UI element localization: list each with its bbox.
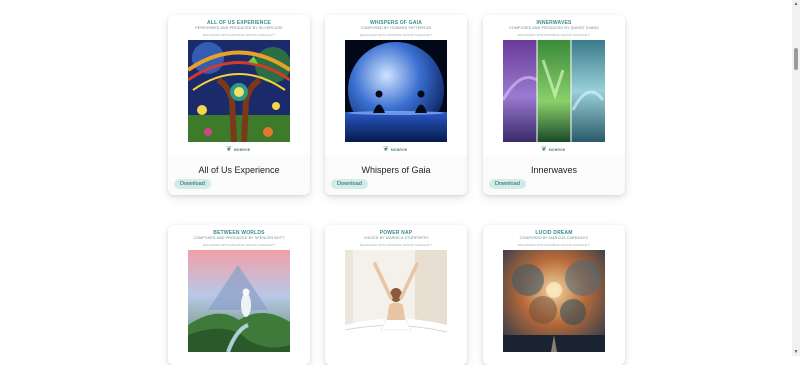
album-name: Innerwaves <box>530 165 578 175</box>
monroe-leaf-icon: ❦ <box>541 146 547 153</box>
cover-credit: COMPOSED BY MARCUS CARRASCO <box>519 236 589 240</box>
album-artwork <box>503 40 605 142</box>
album-name: Whispers of Gaia <box>361 165 431 175</box>
cover-enhanced-note: ENHANCED WITH MONROE SOUND SCIENCE™ <box>202 243 275 247</box>
album-artwork <box>345 40 447 142</box>
brand-logo: ❦ MONROE <box>383 146 407 154</box>
album-name: All of Us Experience <box>198 165 280 175</box>
cover-credit: VOICED BY MARNICA STORFORTH <box>363 236 429 240</box>
brand-name: MONROE <box>233 148 251 152</box>
cover-credit: COMPOSED AND PRODUCED BY QUINST EVANS <box>509 26 599 30</box>
cover-enhanced-note: ENHANCED WITH MONROE SOUND SCIENCE™ <box>517 243 590 247</box>
album-cover[interactable]: INNERWAVES COMPOSED AND PRODUCED BY QUIN… <box>483 15 625 155</box>
album-cover[interactable]: LUCID DREAM COMPOSED BY MARCUS CARRASCO … <box>483 225 625 365</box>
album-card[interactable]: ALL OF US EXPERIENCE PERFORMED AND PRODU… <box>168 15 310 195</box>
album-cover[interactable]: POWER NAP VOICED BY MARNICA STORFORTH EN… <box>325 225 467 365</box>
scrollbar-thumb[interactable] <box>794 48 798 70</box>
album-card[interactable]: BETWEEN WORLDS COMPOSED AND PRODUCED BY … <box>168 225 310 365</box>
album-card[interactable]: POWER NAP VOICED BY MARNICA STORFORTH EN… <box>325 225 467 365</box>
download-button[interactable]: Download <box>489 179 526 189</box>
scroll-down-arrow-icon[interactable]: ▼ <box>792 348 800 356</box>
scroll-up-arrow-icon[interactable]: ▲ <box>792 0 800 8</box>
album-cover[interactable]: WHISPERS OF GAIA COMPOSED BY HOWARD PATT… <box>325 15 467 155</box>
cover-enhanced-note: ENHANCED WITH MONROE SOUND SCIENCE™ <box>517 33 590 37</box>
brand-logo: ❦ MONROE <box>226 146 250 154</box>
cover-credit: COMPOSED AND PRODUCED BY SPENCER BOTT <box>193 236 285 240</box>
cover-credit: PERFORMED AND PRODUCED BY SILVERCUSE <box>195 26 283 30</box>
cover-enhanced-note: ENHANCED WITH MONROE SOUND SCIENCE™ <box>359 33 432 37</box>
album-artwork <box>503 250 605 352</box>
album-grid: ALL OF US EXPERIENCE PERFORMED AND PRODU… <box>0 0 800 365</box>
brand-logo: ❦ MONROE <box>541 146 565 154</box>
monroe-leaf-icon: ❦ <box>383 146 389 153</box>
album-artwork <box>188 250 290 352</box>
cover-enhanced-note: ENHANCED WITH MONROE SOUND SCIENCE™ <box>359 243 432 247</box>
album-artwork <box>345 250 447 352</box>
page-scrollbar[interactable]: ▲ ▼ <box>792 0 800 356</box>
brand-name: MONROE <box>390 148 408 152</box>
album-card[interactable]: WHISPERS OF GAIA COMPOSED BY HOWARD PATT… <box>325 15 467 195</box>
cover-credit: COMPOSED BY HOWARD PATTERSON <box>360 26 432 30</box>
download-button[interactable]: Download <box>331 179 368 189</box>
album-card[interactable]: INNERWAVES COMPOSED AND PRODUCED BY QUIN… <box>483 15 625 195</box>
album-card[interactable]: LUCID DREAM COMPOSED BY MARCUS CARRASCO … <box>483 225 625 365</box>
brand-name: MONROE <box>548 148 566 152</box>
album-cover[interactable]: ALL OF US EXPERIENCE PERFORMED AND PRODU… <box>168 15 310 155</box>
download-button[interactable]: Download <box>174 179 211 189</box>
monroe-leaf-icon: ❦ <box>226 146 232 153</box>
album-cover[interactable]: BETWEEN WORLDS COMPOSED AND PRODUCED BY … <box>168 225 310 365</box>
album-artwork <box>188 40 290 142</box>
cover-enhanced-note: ENHANCED WITH MONROE SOUND SCIENCE™ <box>202 33 275 37</box>
